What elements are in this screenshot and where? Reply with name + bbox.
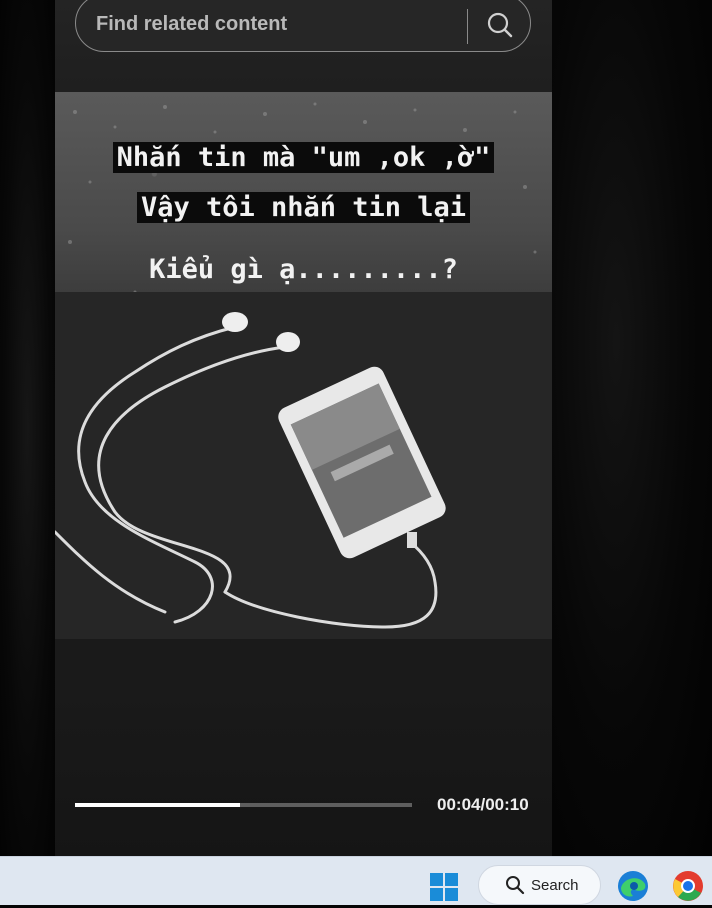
taskbar: Search <box>0 856 712 905</box>
time-display: 00:04/00:10 <box>437 795 529 814</box>
chrome-icon <box>673 871 703 901</box>
progress-fill <box>75 803 241 807</box>
progress-bar[interactable] <box>75 803 412 807</box>
phone-earphones-image <box>55 292 552 639</box>
video-frame[interactable]: Nhắn tin mà "um ,ok ,ờ" Vậy tôi nhắn tin… <box>55 92 552 639</box>
edge-button[interactable] <box>617 870 649 902</box>
caption-line-2: Vậy tôi nhắn tin lại <box>55 192 552 223</box>
taskbar-search[interactable]: Search <box>478 865 601 905</box>
caption-line-1: Nhắn tin mà "um ,ok ,ờ" <box>55 142 552 173</box>
video-player: Find related content Nhắn tin mà "um ,ok… <box>55 0 552 856</box>
backdrop-right <box>552 0 712 856</box>
search-icon <box>506 876 525 895</box>
search-input[interactable]: Find related content <box>96 13 287 36</box>
related-search-bar[interactable]: Find related content <box>75 0 531 52</box>
edge-icon <box>618 871 648 901</box>
chrome-button[interactable] <box>672 870 704 902</box>
taskbar-search-label: Search <box>531 877 579 894</box>
backdrop-left <box>0 0 55 856</box>
caption-line-3: Kiểu gì ạ.........? <box>149 254 458 285</box>
windows-start-icon <box>430 873 458 901</box>
search-icon <box>487 12 513 38</box>
search-button[interactable] <box>480 5 522 47</box>
start-button[interactable] <box>428 871 460 903</box>
search-divider <box>467 9 468 44</box>
